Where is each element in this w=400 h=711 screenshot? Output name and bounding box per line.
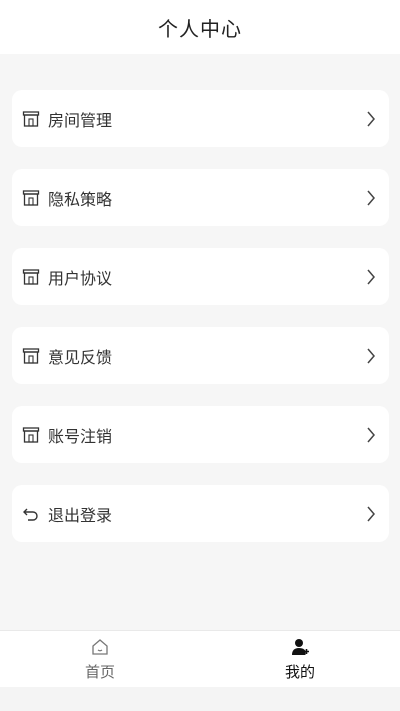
menu-item-label: 用户协议	[48, 268, 113, 288]
home-icon	[90, 637, 110, 657]
tab-home-label: 首页	[84, 662, 115, 681]
menu-item-account-deletion[interactable]: 账号注销	[12, 406, 389, 463]
page-title: 个人中心	[158, 16, 242, 41]
user-icon	[290, 637, 310, 657]
tab-profile-label: 我的	[284, 662, 315, 681]
store-icon	[22, 426, 40, 444]
return-arrow-icon	[22, 505, 40, 523]
tab-home[interactable]: 首页	[0, 631, 200, 687]
menu-item-feedback[interactable]: 意见反馈	[12, 327, 389, 384]
menu-item-label: 意见反馈	[48, 347, 113, 367]
chevron-right-icon	[365, 268, 377, 286]
chevron-right-icon	[365, 189, 377, 207]
menu-item-user-agreement[interactable]: 用户协议	[12, 248, 389, 305]
menu-item-label: 账号注销	[48, 426, 113, 446]
store-icon	[22, 268, 40, 286]
store-icon	[22, 347, 40, 365]
menu-item-label: 房间管理	[48, 110, 113, 130]
top-header: 个人中心	[0, 0, 400, 54]
menu-item-label: 隐私策略	[48, 189, 113, 209]
store-icon	[22, 110, 40, 128]
menu-item-privacy-policy[interactable]: 隐私策略	[12, 169, 389, 226]
bottom-safe-area	[0, 687, 400, 711]
chevron-right-icon	[365, 505, 377, 523]
tab-profile[interactable]: 我的	[200, 631, 400, 687]
menu-list: 房间管理 隐私策略 用户协议 意见反馈 账号注销 退出登录	[0, 54, 400, 630]
bottom-tab-bar: 首页 我的	[0, 630, 400, 687]
chevron-right-icon	[365, 110, 377, 128]
menu-item-logout[interactable]: 退出登录	[12, 485, 389, 542]
chevron-right-icon	[365, 426, 377, 444]
menu-item-room-management[interactable]: 房间管理	[12, 90, 389, 147]
menu-item-label: 退出登录	[48, 505, 113, 525]
chevron-right-icon	[365, 347, 377, 365]
store-icon	[22, 189, 40, 207]
